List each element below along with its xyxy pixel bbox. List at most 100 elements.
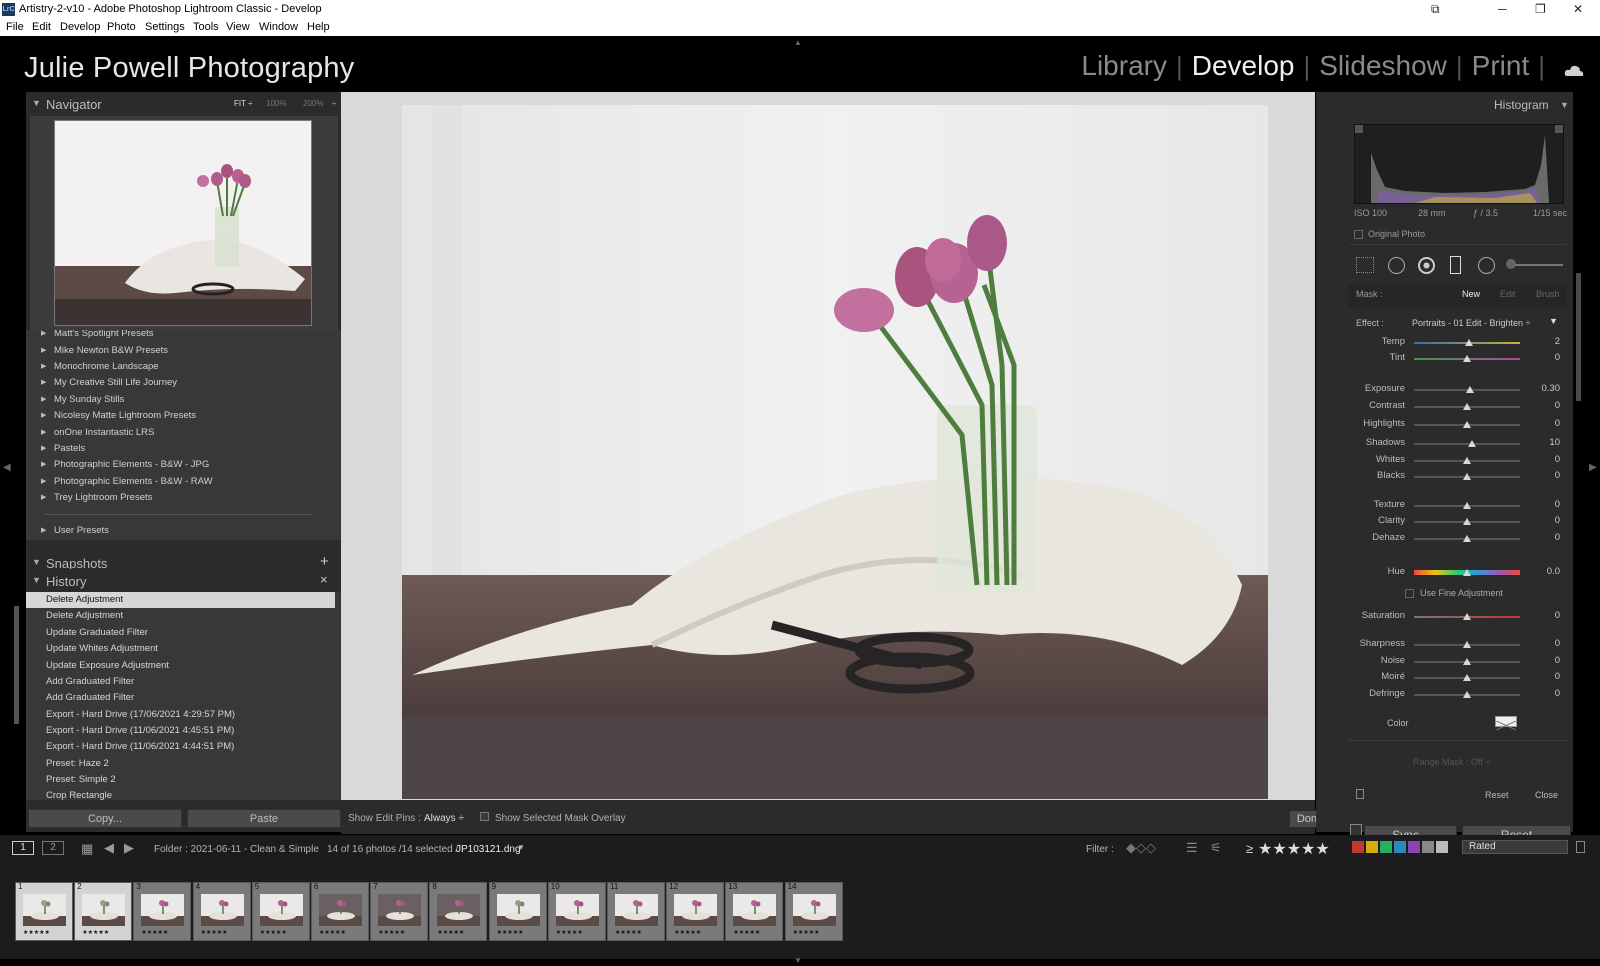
slider-thumb[interactable] [1463, 403, 1471, 410]
thumbnail-rating[interactable]: ★★★★★ [260, 929, 287, 936]
slider-value[interactable]: 0 [1530, 470, 1560, 481]
slider-value[interactable]: 10 [1530, 437, 1560, 448]
clear-history-icon[interactable]: × [320, 572, 328, 587]
color-label-green[interactable] [1380, 841, 1392, 853]
filmstrip-thumbnail[interactable]: 6 ★★★★★ [311, 882, 369, 941]
filmstrip-toggle-icon[interactable]: ▼ [794, 956, 802, 965]
slider-thumb[interactable] [1463, 502, 1471, 509]
menu-view[interactable]: View [226, 21, 250, 33]
thumbnail-rating[interactable]: ★★★★★ [201, 929, 228, 936]
slider-thumb[interactable] [1463, 674, 1471, 681]
filmstrip-thumbnail[interactable]: 8 ★★★★★ [429, 882, 488, 941]
slider-value[interactable]: 0 [1530, 688, 1560, 699]
grid-view-icon[interactable]: ▦ [81, 841, 93, 857]
range-mask-select[interactable]: Range Mask : Off ÷ [1413, 757, 1490, 767]
slider-thumb[interactable] [1463, 569, 1471, 576]
histogram-title[interactable]: Histogram [1494, 98, 1549, 112]
menu-window[interactable]: Window [259, 21, 298, 33]
slider-value[interactable]: 0 [1530, 532, 1560, 543]
color-label-yellow[interactable] [1366, 841, 1378, 853]
history-item[interactable]: Add Graduated Filter [26, 674, 335, 690]
thumbnail-rating[interactable]: ★★★★★ [497, 929, 524, 936]
mask-close-button[interactable]: Close [1535, 790, 1558, 800]
menu-settings[interactable]: Settings [145, 21, 185, 33]
slider-thumb[interactable] [1463, 421, 1471, 428]
radial-filter-icon[interactable] [1478, 257, 1495, 274]
menu-edit[interactable]: Edit [32, 21, 51, 33]
filename-dropdown-icon[interactable]: ▼ [517, 843, 525, 852]
edit-pins-select[interactable]: Always ÷ [424, 813, 464, 824]
filmstrip-thumbnail[interactable]: 5 ★★★★★ [251, 882, 310, 941]
copy-button[interactable]: Copy... [28, 809, 182, 828]
left-panel-scrollbar[interactable] [14, 606, 19, 724]
slider-thumb[interactable] [1463, 658, 1471, 665]
mask-brush[interactable]: Brush [1536, 289, 1560, 299]
slider-thumb[interactable] [1463, 691, 1471, 698]
adjustment-brush-icon[interactable] [1508, 264, 1563, 266]
restore-panels-icon[interactable]: ⧉ [1431, 2, 1440, 17]
graduated-filter-icon[interactable] [1450, 256, 1461, 274]
slider-value[interactable]: 0 [1530, 638, 1560, 649]
module-print[interactable]: Print [1472, 50, 1530, 82]
menu-develop[interactable]: Develop [60, 21, 100, 33]
cloud-sync-icon[interactable] [1564, 64, 1584, 76]
menu-file[interactable]: File [6, 21, 24, 33]
filmstrip-thumbnail[interactable]: 1 ★★★★★ [15, 882, 73, 941]
slider-thumb[interactable] [1463, 535, 1471, 542]
thumbnail-rating[interactable]: ★★★★★ [378, 929, 405, 936]
slider-thumb[interactable] [1463, 613, 1471, 620]
right-panel-toggle-icon[interactable]: ▶ [1589, 462, 1597, 473]
history-item[interactable]: Preset: Haze 2 [26, 756, 335, 772]
panel-switch-icon[interactable] [1356, 789, 1364, 799]
thumbnail-rating[interactable]: ★★★★★ [615, 929, 642, 936]
close-window-icon[interactable]: ✕ [1573, 2, 1583, 16]
zoom-fit[interactable]: FIT ÷ [234, 99, 252, 108]
filmstrip-thumbnail[interactable]: 11 ★★★★★ [607, 882, 665, 941]
filename[interactable]: JP103121.dng [456, 844, 521, 855]
collapse-triangle-icon[interactable]: ▼ [1560, 100, 1569, 110]
history-header[interactable]: ▼ History × [26, 569, 341, 593]
history-item[interactable]: Update Exposure Adjustment [26, 658, 335, 674]
fine-adjust-checkbox[interactable] [1405, 589, 1414, 598]
filmstrip-thumbnail[interactable]: 12 ★★★★★ [666, 882, 725, 941]
unedited-filter-icon[interactable]: ⚟ [1210, 840, 1222, 856]
slider-value[interactable]: 0.0 [1530, 566, 1560, 577]
slider-value[interactable]: 0.30 [1530, 383, 1561, 394]
thumbnail-rating[interactable]: ★★★★★ [141, 929, 168, 936]
module-library[interactable]: Library [1081, 50, 1167, 82]
slider-value[interactable]: 0 [1530, 454, 1560, 465]
slider-thumb[interactable] [1465, 339, 1474, 346]
slider-value[interactable]: 0 [1530, 418, 1560, 429]
slider-value[interactable]: 0 [1530, 515, 1560, 526]
secondary-window-button[interactable]: 2 [42, 841, 64, 855]
thumbnail-rating[interactable]: ★★★★★ [437, 929, 464, 936]
slider-thumb[interactable] [1468, 440, 1477, 447]
main-photo[interactable] [402, 105, 1268, 799]
zoom-100[interactable]: 100% [266, 99, 286, 108]
menu-tools[interactable]: Tools [193, 21, 219, 33]
mask-overlay-checkbox[interactable] [480, 812, 489, 821]
thumbnail-rating[interactable]: ★★★★★ [733, 929, 760, 936]
maximize-icon[interactable]: ❐ [1535, 2, 1546, 16]
right-panel-scrollbar[interactable] [1576, 273, 1581, 401]
slider-value[interactable]: 0 [1530, 352, 1560, 363]
slider-value[interactable]: 0 [1530, 499, 1560, 510]
history-item[interactable]: Crop Rectangle [26, 788, 335, 800]
zoom-200[interactable]: 200% [303, 99, 323, 108]
thumbnail-rating[interactable]: ★★★★★ [319, 929, 346, 936]
red-eye-icon[interactable] [1418, 257, 1435, 274]
filter-preset-select[interactable]: Rated [1462, 840, 1568, 854]
history-item[interactable]: Delete Adjustment [26, 592, 335, 608]
filmstrip-thumbnail[interactable]: 3 ★★★★★ [133, 882, 192, 941]
slider-thumb[interactable] [1463, 473, 1471, 480]
effect-panel-triangle-icon[interactable]: ▼ [1549, 316, 1558, 326]
mask-new[interactable]: New [1462, 289, 1480, 299]
color-label-blue[interactable] [1394, 841, 1406, 853]
navigator-header[interactable]: ▼ Navigator FIT ÷ 100% 200% ÷ [26, 92, 341, 116]
slider-thumb[interactable] [1463, 641, 1471, 648]
color-label-none[interactable] [1436, 841, 1448, 853]
folder-path[interactable]: Folder : 2021-06-11 - Clean & Simple [154, 844, 319, 855]
history-item[interactable]: Delete Adjustment [26, 608, 335, 624]
slider-thumb[interactable] [1466, 386, 1475, 393]
mask-edit[interactable]: Edit [1500, 289, 1516, 299]
